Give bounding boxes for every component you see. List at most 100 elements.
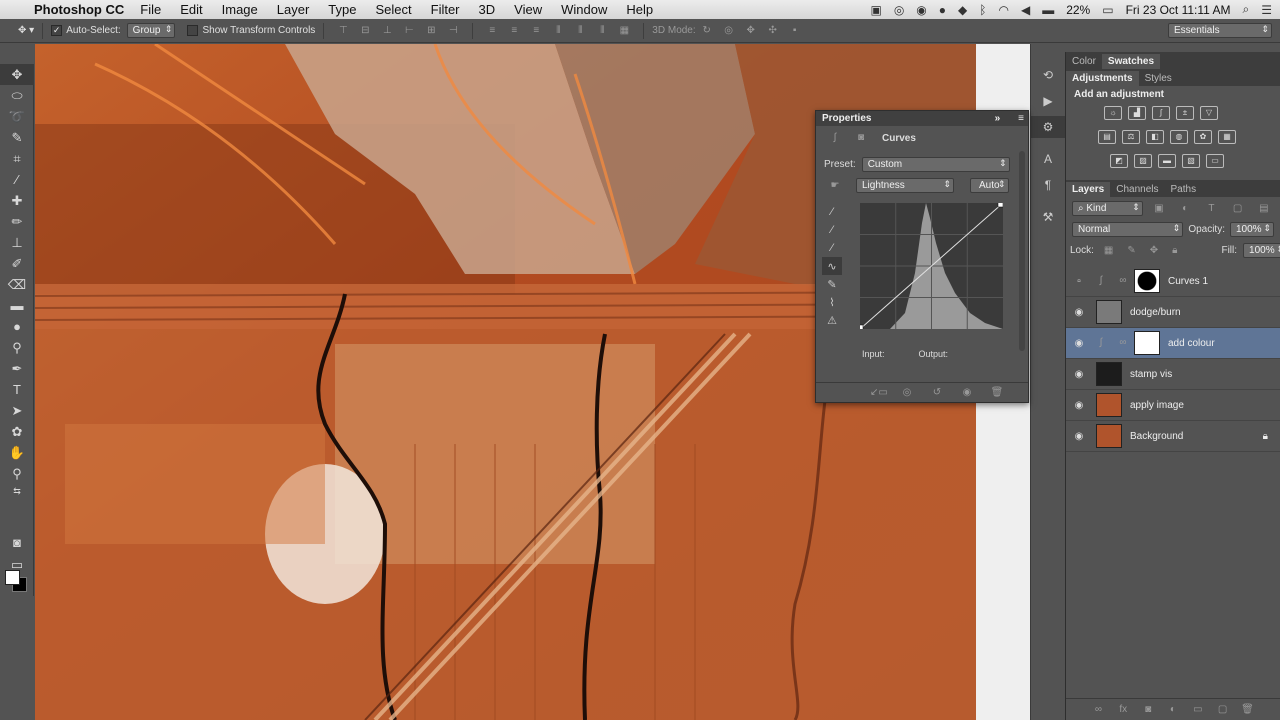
layer-row-selected[interactable]: ◉ ∫ ∞ add colour <box>1066 328 1280 359</box>
hand-tool-icon[interactable]: ✋ <box>0 442 34 463</box>
properties-panel-icon[interactable]: ⚙ <box>1031 116 1065 138</box>
character-panel-icon[interactable]: A <box>1031 148 1065 170</box>
chain-link-icon[interactable]: ∞ <box>1116 337 1130 349</box>
layer-thumbnail[interactable] <box>1096 362 1122 386</box>
spotlight-search-icon[interactable]: ⌕ <box>1243 2 1250 17</box>
flag-icon[interactable]: ▬ <box>1042 3 1054 17</box>
eye-icon[interactable]: ◉ <box>1066 400 1092 411</box>
channel-mixer-icon[interactable]: ✿ <box>1194 130 1212 144</box>
curve-point-tool-icon[interactable]: ∿ <box>822 257 842 275</box>
3d-scale-icon[interactable]: ▪ <box>788 25 802 37</box>
filter-type-icon[interactable]: T <box>1205 203 1217 215</box>
selective-color-icon[interactable]: ▧ <box>1182 154 1200 168</box>
photo-filter-icon[interactable]: ◍ <box>1170 130 1188 144</box>
align-middle-icon[interactable]: ⊟ <box>358 25 372 37</box>
battery-icon[interactable]: ▭ <box>1102 3 1113 17</box>
opacity-field[interactable]: 100% <box>1230 222 1274 237</box>
tab-adjustments[interactable]: Adjustments <box>1066 71 1139 86</box>
color-balance-icon[interactable]: ⚖ <box>1122 130 1140 144</box>
fill-field[interactable]: 100% <box>1243 243 1280 258</box>
transform-controls-checkbox[interactable]: Show Transform Controls <box>187 25 315 36</box>
eye-icon[interactable]: ◉ <box>1066 338 1092 349</box>
targeted-adjustment-icon[interactable]: ☛ <box>828 180 842 192</box>
layer-row[interactable]: ▫ ∫ ∞ Curves 1 <box>1066 266 1280 297</box>
lock-all-icon[interactable]: 🔒︎ <box>1172 245 1177 257</box>
blend-mode-dropdown[interactable]: Normal <box>1072 222 1184 237</box>
layer-style-icon[interactable]: fx <box>1116 704 1130 716</box>
healing-brush-tool-icon[interactable]: ✚ <box>0 190 34 211</box>
color-lookup-icon[interactable]: ▦ <box>1218 130 1236 144</box>
menu-image[interactable]: Image <box>222 2 258 17</box>
crop-tool-icon[interactable]: ⌗ <box>0 148 34 169</box>
properties-scrollbar[interactable] <box>1019 151 1025 351</box>
battery-percent[interactable]: 22% <box>1066 3 1090 17</box>
brightness-icon[interactable]: ☼ <box>1104 106 1122 120</box>
black-white-icon[interactable]: ◧ <box>1146 130 1164 144</box>
menu-view[interactable]: View <box>514 2 542 17</box>
layer-mask-thumbnail[interactable] <box>1134 331 1160 355</box>
lasso-tool-icon[interactable]: ➰ <box>0 106 34 127</box>
datetime[interactable]: Fri 23 Oct 11:11 AM <box>1126 3 1231 17</box>
3d-roll-icon[interactable]: ◎ <box>722 25 736 37</box>
3d-slide-icon[interactable]: ✣ <box>766 25 780 37</box>
delete-adjustment-icon[interactable]: 🗑︎ <box>990 387 1004 399</box>
history-panel-icon[interactable]: ⟲ <box>1031 64 1065 86</box>
layer-name[interactable]: apply image <box>1130 400 1184 411</box>
channel-dropdown[interactable]: Lightness <box>856 178 954 193</box>
tool-presets-panel-icon[interactable]: ⚒ <box>1031 206 1065 228</box>
menu-window[interactable]: Window <box>561 2 607 17</box>
eye-icon[interactable]: ◉ <box>1066 369 1092 380</box>
menu-3d[interactable]: 3D <box>479 2 496 17</box>
new-adjustment-icon[interactable]: ◐ <box>1166 704 1180 716</box>
eye-icon[interactable]: ◉ <box>1066 307 1092 318</box>
layer-name[interactable]: Background <box>1130 431 1183 442</box>
auto-select-dropdown[interactable]: Group <box>126 23 176 38</box>
posterize-icon[interactable]: ▨ <box>1134 154 1152 168</box>
quick-selection-tool-icon[interactable]: ✎ <box>0 127 34 148</box>
distribute-bottom-icon[interactable]: ≡ <box>529 25 543 37</box>
view-previous-state-icon[interactable]: ◎ <box>900 387 914 399</box>
type-tool-icon[interactable]: T <box>0 379 34 400</box>
filter-pixel-icon[interactable]: ▣ <box>1153 203 1165 215</box>
layer-name[interactable]: Curves 1 <box>1168 276 1208 287</box>
align-right-icon[interactable]: ⊣ <box>446 25 460 37</box>
align-bottom-icon[interactable]: ⊥ <box>380 25 394 37</box>
lock-image-icon[interactable]: ✎ <box>1127 245 1135 257</box>
tab-styles[interactable]: Styles <box>1139 71 1178 86</box>
evernote-icon[interactable]: ● <box>939 3 946 17</box>
notification-center-icon[interactable]: ☰ <box>1261 3 1272 17</box>
smooth-curve-icon[interactable]: ⌇ <box>822 293 842 311</box>
tab-paths[interactable]: Paths <box>1165 182 1203 197</box>
chain-link-icon[interactable]: ∞ <box>1116 275 1130 287</box>
align-center-icon[interactable]: ⊞ <box>424 25 438 37</box>
visibility-toggle-empty[interactable]: ▫ <box>1066 276 1092 287</box>
dropbox-icon[interactable]: ◆ <box>958 3 967 17</box>
lock-transparent-icon[interactable]: ▦ <box>1104 245 1113 257</box>
curves-histogram[interactable] <box>857 201 1004 331</box>
distribute-right-icon[interactable]: ⦀ <box>595 25 609 37</box>
curves-graph[interactable] <box>857 201 1004 331</box>
3d-pan-icon[interactable]: ✥ <box>744 25 758 37</box>
menu-help[interactable]: Help <box>626 2 653 17</box>
mask-icon[interactable]: ◙ <box>854 132 868 144</box>
move-tool-preset-icon[interactable]: ✥ ▾ <box>18 25 34 36</box>
actions-panel-icon[interactable]: ▶ <box>1031 90 1065 112</box>
layer-mask-thumbnail[interactable] <box>1134 269 1160 293</box>
layer-thumbnail[interactable] <box>1096 393 1122 417</box>
reset-icon[interactable]: ↺ <box>930 387 944 399</box>
camera-icon[interactable]: ▣ <box>870 3 881 17</box>
link-layers-icon[interactable]: ∞ <box>1091 704 1105 716</box>
tab-layers[interactable]: Layers <box>1066 182 1111 197</box>
bluetooth-icon[interactable]: ᛒ <box>979 3 986 17</box>
clip-to-layer-icon[interactable]: ↙▭ <box>870 387 888 399</box>
filter-adjustment-icon[interactable]: ◐ <box>1179 203 1191 215</box>
distribute-top-icon[interactable]: ≡ <box>485 25 499 37</box>
eye-icon[interactable]: ◉ <box>1066 431 1092 442</box>
delete-layer-icon[interactable]: 🗑︎ <box>1240 704 1254 716</box>
tab-swatches[interactable]: Swatches <box>1101 54 1161 69</box>
panel-menu-icon[interactable]: ≡ <box>1018 113 1024 124</box>
layer-name[interactable]: dodge/burn <box>1130 307 1181 318</box>
toggle-visibility-icon[interactable]: ◉ <box>960 387 974 399</box>
layer-name[interactable]: add colour <box>1168 338 1215 349</box>
new-layer-icon[interactable]: ▢ <box>1216 704 1230 716</box>
